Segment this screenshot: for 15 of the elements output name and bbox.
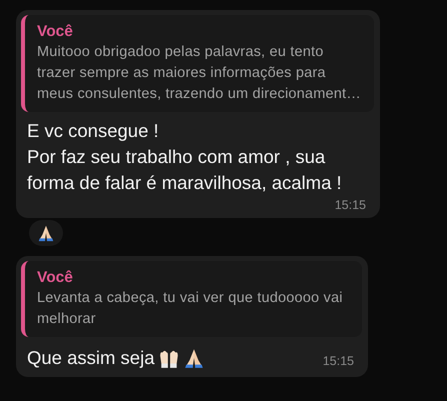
praying-hands-icon xyxy=(182,347,204,369)
quote-author: Você xyxy=(37,22,74,42)
message-text: Por faz seu trabalho com amor , sua xyxy=(27,145,326,169)
message-time: 15:15 xyxy=(322,353,354,368)
quote-text: Levanta a cabeça, tu vai ver que tudooooo vai melhorar xyxy=(37,289,344,329)
message-text: forma de falar é maravilhosa, acalma ! xyxy=(27,171,343,195)
quoted-message[interactable]: Você Muitooo obrigadoo pelas palavras, eu tento trazer sempre as maiores informações para meus consulentes, trazendo um direcionament… xyxy=(21,15,374,112)
message-time: 15:15 xyxy=(334,198,367,212)
reaction-badge[interactable] xyxy=(29,220,63,246)
quoted-message[interactable]: Você Levanta a cabeça, tu vai ver que tudooooo vai melhorar xyxy=(21,261,362,337)
quote-text: Muitooo obrigadoo pelas palavras, eu tento trazer sempre as maiores informações para meus consulentes, trazendo um direcionament… xyxy=(37,43,362,104)
message-text: E vc consegue ! xyxy=(27,119,160,143)
message-text: Que assim seja xyxy=(27,346,154,370)
quote-author: Você xyxy=(37,268,74,288)
praying-hands-icon xyxy=(37,224,55,242)
